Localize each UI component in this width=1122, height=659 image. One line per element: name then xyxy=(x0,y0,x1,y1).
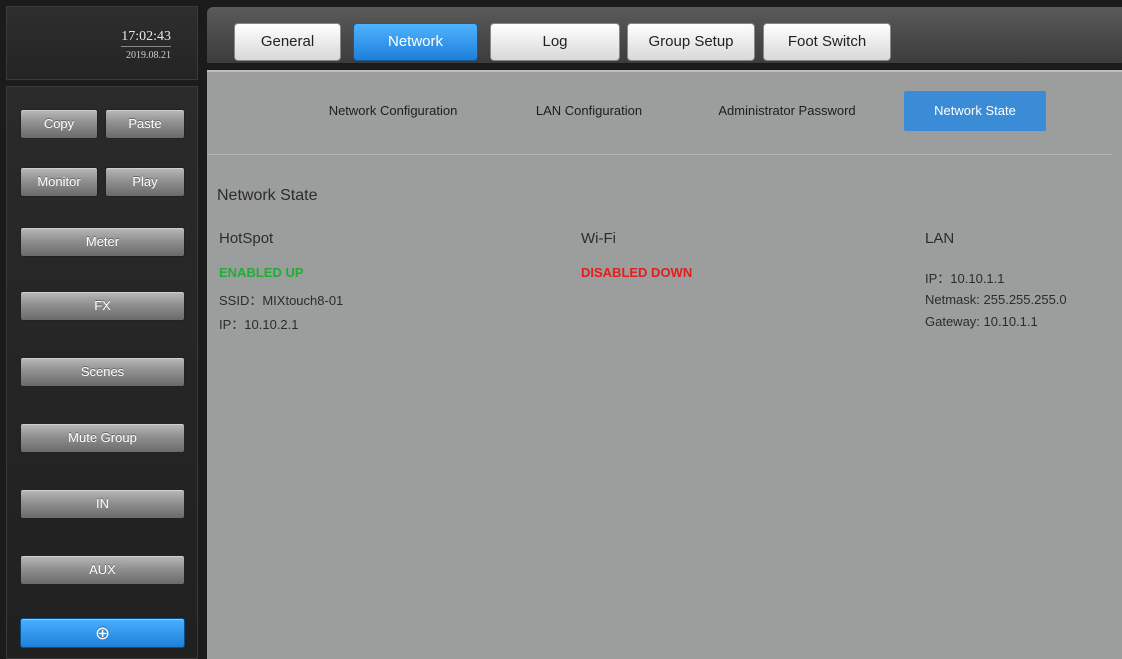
subtab-administrator-password[interactable]: Administrator Password xyxy=(689,91,885,131)
play-button[interactable]: Play xyxy=(105,167,185,197)
tab-general[interactable]: General xyxy=(234,23,341,61)
tab-log[interactable]: Log xyxy=(490,23,620,61)
hotspot-status: ENABLED UP xyxy=(219,265,304,280)
network-content-panel: Network Configuration LAN Configuration … xyxy=(207,70,1122,659)
fx-button[interactable]: FX xyxy=(20,291,185,321)
tab-network[interactable]: Network xyxy=(353,23,478,61)
hotspot-title: HotSpot xyxy=(219,230,274,247)
tab-group-setup[interactable]: Group Setup xyxy=(627,23,755,61)
subtab-lan-configuration[interactable]: LAN Configuration xyxy=(509,91,669,131)
aux-button[interactable]: AUX xyxy=(20,555,185,585)
copy-button[interactable]: Copy xyxy=(20,109,98,139)
scenes-button[interactable]: Scenes xyxy=(20,357,185,387)
clock-panel: 17:02:43 2019.08.21 xyxy=(6,6,198,80)
clock-date: 2019.08.21 xyxy=(126,50,171,61)
clock-time: 17:02:43 xyxy=(121,29,171,47)
hotspot-ssid: SSID：MIXtouch8-01 xyxy=(219,293,344,308)
lan-netmask: Netmask: 255.255.255.0 xyxy=(925,292,1067,307)
lan-title: LAN xyxy=(925,230,955,247)
in-button[interactable]: IN xyxy=(20,489,185,519)
mute-group-button[interactable]: Mute Group xyxy=(20,423,185,453)
globe-icon: ⊕ xyxy=(94,623,111,643)
lan-gateway: Gateway: 10.10.1.1 xyxy=(925,314,1038,329)
top-bar: General Network Log Group Setup Foot Swi… xyxy=(200,0,1122,68)
paste-button[interactable]: Paste xyxy=(105,109,185,139)
subtab-network-configuration[interactable]: Network Configuration xyxy=(295,91,491,131)
section-title: Network State xyxy=(217,187,318,204)
wifi-status: DISABLED DOWN xyxy=(581,265,693,280)
hotspot-ip: IP：10.10.2.1 xyxy=(219,317,299,332)
left-sidebar: 17:02:43 2019.08.21 Copy Paste Monitor P… xyxy=(0,0,200,659)
home-button[interactable]: ⊕ xyxy=(20,618,185,648)
lan-ip: IP：10.10.1.1 xyxy=(925,271,1005,286)
wifi-title: Wi-Fi xyxy=(581,230,616,247)
function-button-panel: Copy Paste Monitor Play Meter FX Scenes … xyxy=(6,86,198,659)
meter-button[interactable]: Meter xyxy=(20,227,185,257)
subtab-network-state[interactable]: Network State xyxy=(904,91,1046,131)
tab-foot-switch[interactable]: Foot Switch xyxy=(763,23,891,61)
monitor-button[interactable]: Monitor xyxy=(20,167,98,197)
divider xyxy=(207,154,1112,155)
main-tabs: General Network Log Group Setup Foot Swi… xyxy=(207,7,1122,63)
